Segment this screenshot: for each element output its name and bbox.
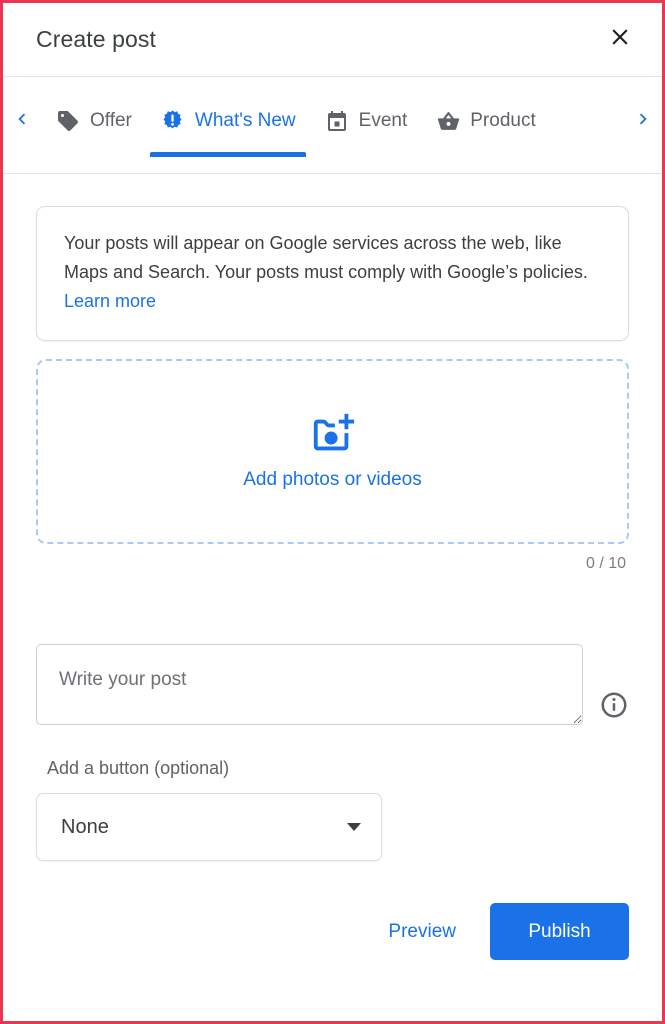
- post-type-tabstrip: Offer What's New Event Product: [3, 77, 662, 174]
- tab-label: What's New: [194, 110, 296, 131]
- create-post-dialog: Create post Offer What's New Event Produ…: [0, 0, 665, 1024]
- tab-label: Product: [470, 110, 536, 131]
- dialog-body: Your posts will appear on Google service…: [3, 174, 662, 960]
- preview-button[interactable]: Preview: [370, 909, 474, 955]
- tabs-list: Offer What's New Event Product: [41, 93, 624, 173]
- close-icon: [607, 24, 633, 55]
- dialog-header: Create post: [3, 3, 662, 77]
- tag-icon: [55, 108, 81, 134]
- photo-counter: 0 / 10: [585, 555, 626, 572]
- tabstrip-divider: [3, 173, 662, 174]
- learn-more-link[interactable]: Learn more: [64, 291, 156, 311]
- camera-plus-icon: [310, 412, 356, 458]
- dialog-footer: Preview Publish: [36, 903, 629, 960]
- close-button[interactable]: [600, 20, 640, 60]
- tab-event[interactable]: Event: [310, 93, 422, 149]
- tab-label: Event: [358, 110, 408, 131]
- post-textarea[interactable]: [36, 644, 583, 725]
- publish-button[interactable]: Publish: [490, 903, 629, 960]
- tab-label: Offer: [90, 110, 132, 131]
- add-button-label: Add a button (optional): [47, 758, 230, 778]
- tab-product[interactable]: Product: [421, 93, 549, 149]
- policy-notice-text: Your posts will appear on Google service…: [64, 233, 588, 282]
- add-button-select[interactable]: None: [36, 793, 382, 861]
- basket-icon: [435, 108, 461, 134]
- tab-whats-new[interactable]: What's New: [146, 93, 310, 157]
- tab-offer[interactable]: Offer: [41, 93, 146, 149]
- tabs-scroll-left-button[interactable]: [3, 93, 41, 149]
- media-dropzone[interactable]: Add photos or videos: [36, 359, 629, 544]
- tabs-scroll-right-button[interactable]: [624, 93, 662, 149]
- calendar-icon: [324, 108, 350, 134]
- page-title: Create post: [36, 26, 156, 52]
- chevron-down-icon: [347, 823, 361, 831]
- add-button-selected-value: None: [61, 815, 109, 838]
- policy-notice: Your posts will appear on Google service…: [36, 206, 629, 341]
- tab-active-indicator: [149, 152, 306, 157]
- chevron-left-icon: [11, 108, 33, 135]
- info-circle-icon[interactable]: [599, 690, 629, 720]
- media-dropzone-label: Add photos or videos: [243, 469, 422, 490]
- post-text-row: [36, 644, 629, 725]
- badge-alert-icon: [160, 108, 186, 134]
- chevron-right-icon: [632, 108, 654, 135]
